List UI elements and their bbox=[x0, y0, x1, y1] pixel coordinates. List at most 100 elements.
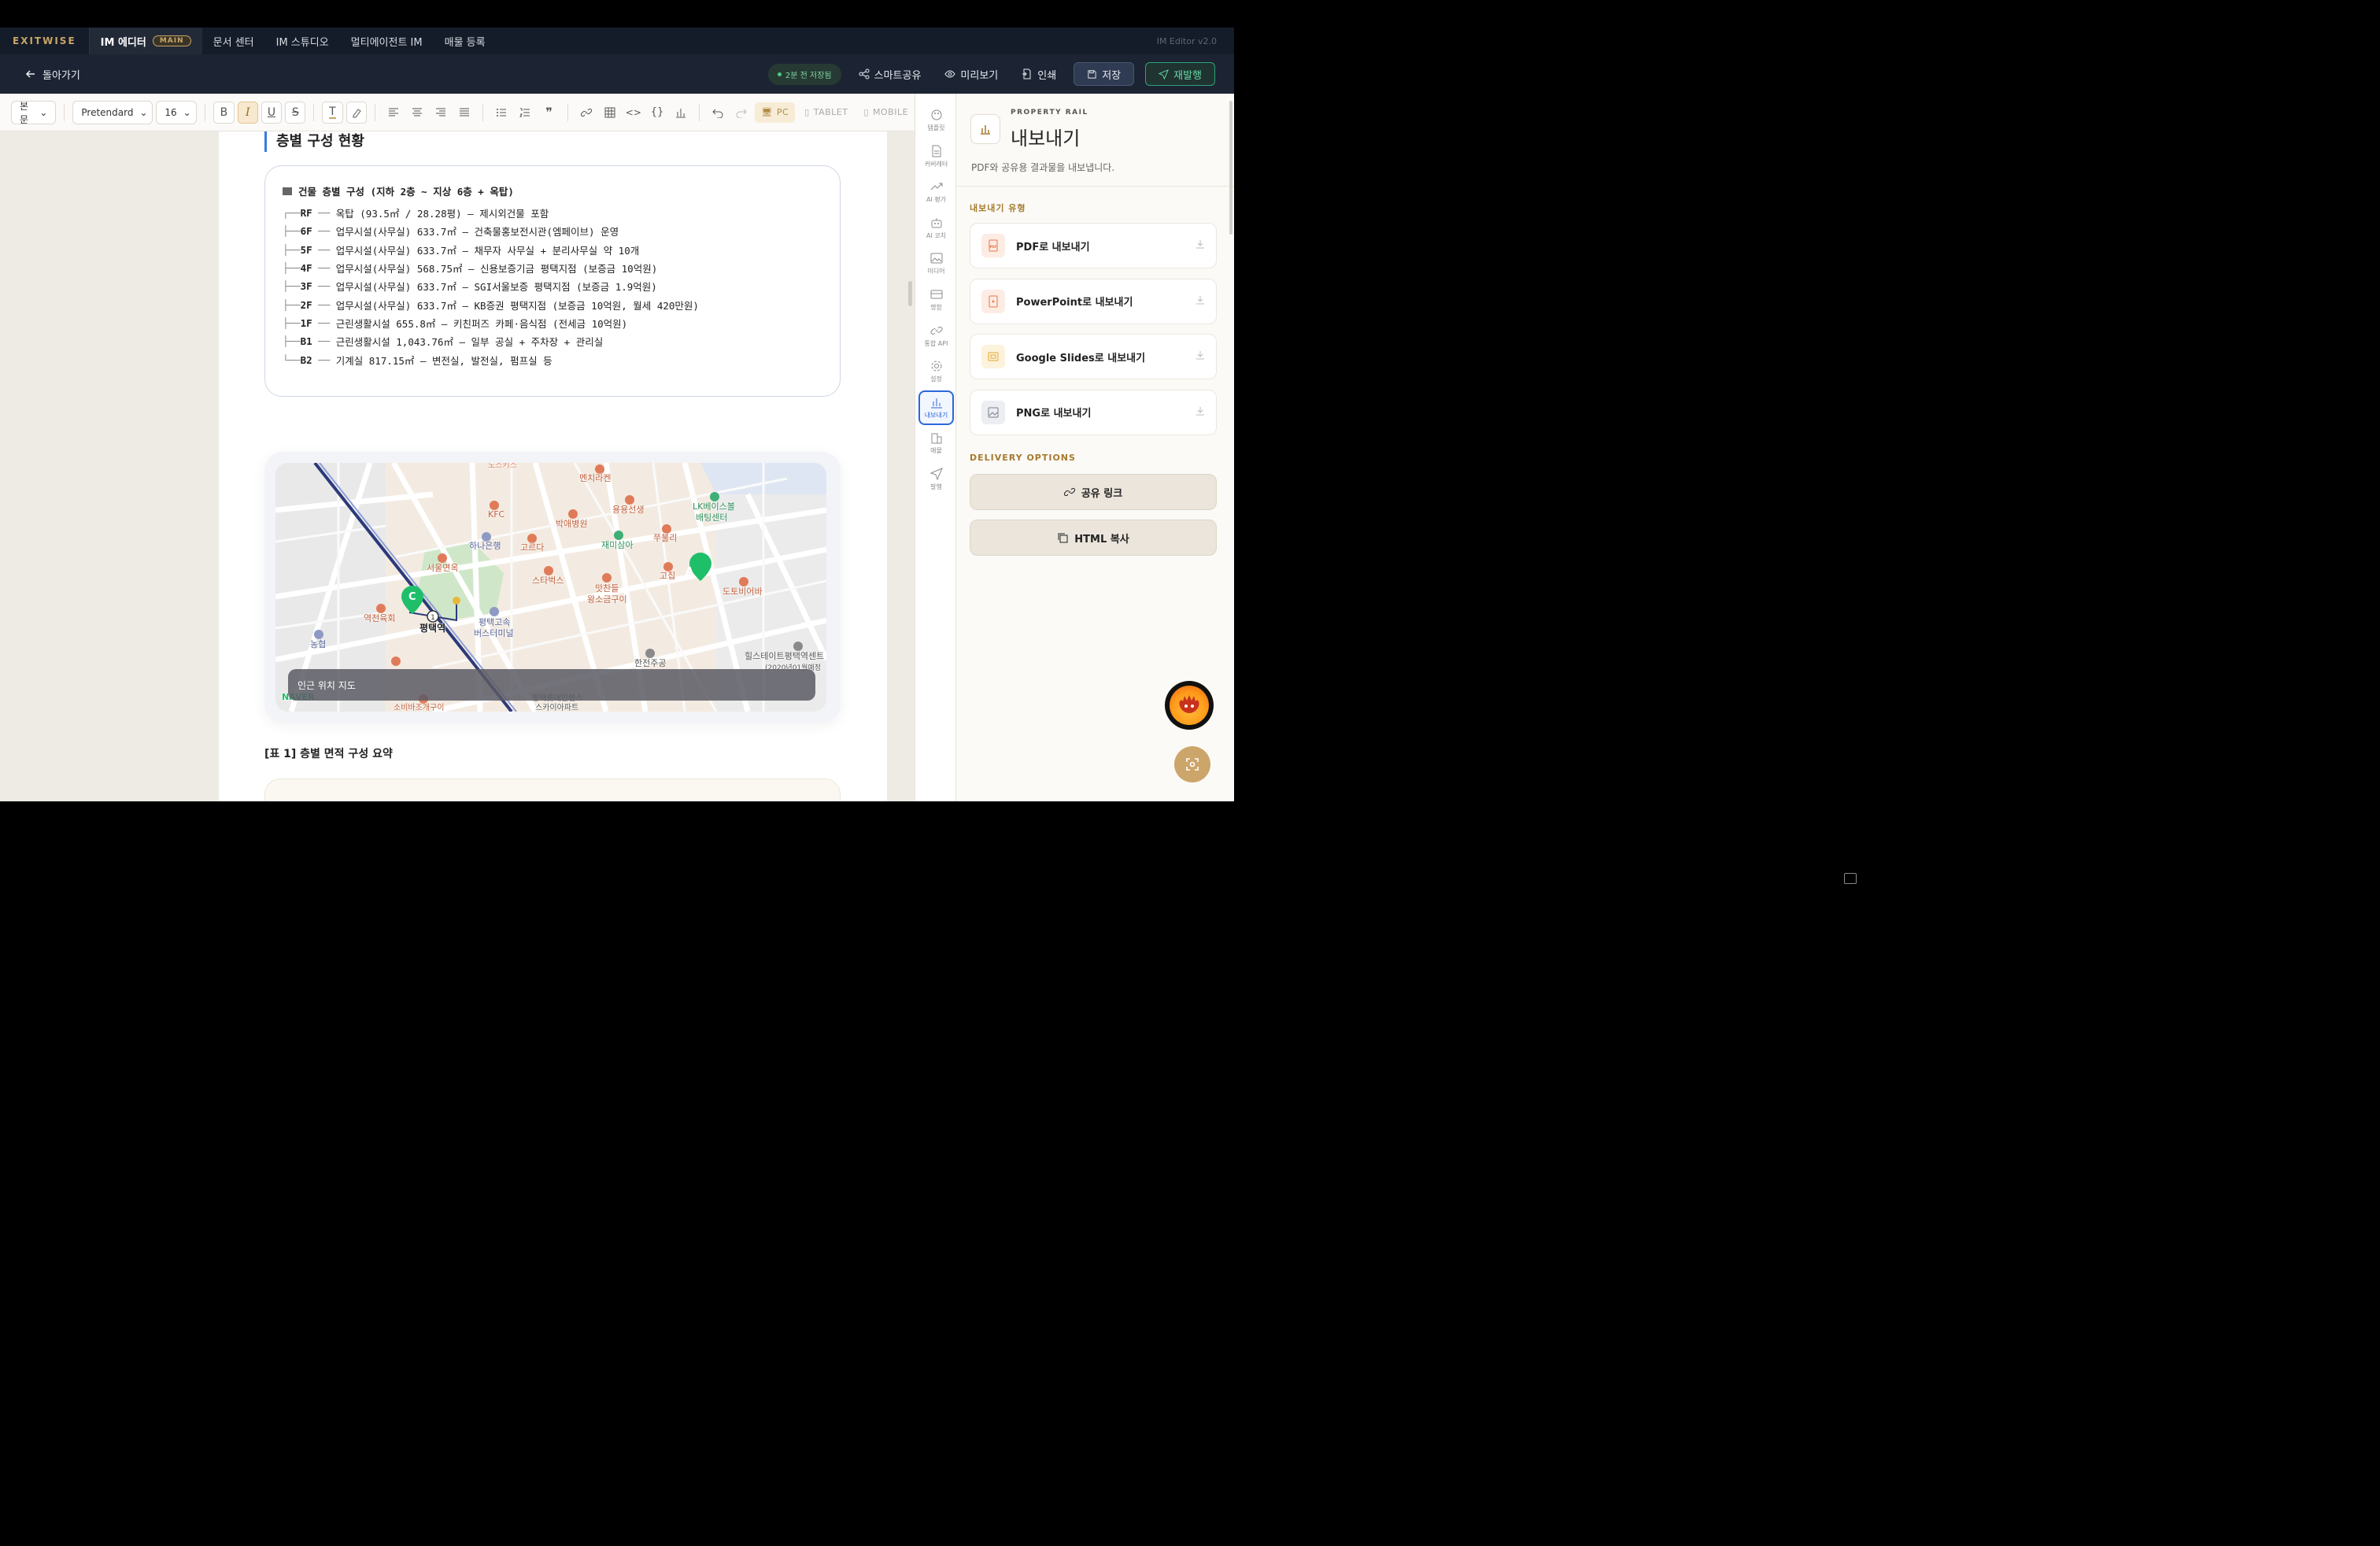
saved-status-text: 2분 전 저장됨 bbox=[785, 71, 832, 80]
align-left-button[interactable] bbox=[383, 102, 404, 124]
assistant-mascot-button[interactable] bbox=[1165, 681, 1214, 730]
rail-item-3[interactable]: AI 코치 bbox=[918, 211, 954, 246]
share-link-button[interactable]: 공유 링크 bbox=[970, 474, 1217, 510]
numbered-list-button[interactable] bbox=[515, 102, 535, 124]
formatting-toolbar: 본문 ⌄ Pretendard ⌄ 16 ⌄ B I U S T ❞ <> {} 🖥 P… bbox=[0, 94, 915, 131]
brand-logo[interactable]: EXITWISE bbox=[0, 28, 90, 54]
smart-share-button[interactable]: 스마트공유 bbox=[852, 62, 928, 86]
rail-item-label: 설정 bbox=[930, 375, 942, 383]
map-marker-c[interactable]: C bbox=[408, 591, 416, 603]
window-top-bar bbox=[0, 0, 1234, 28]
floor-line: ├── 6F ── 업무시설(사무실) 633.7㎡ — 건축물홍보전시관(엠페… bbox=[283, 222, 822, 240]
table-card[interactable] bbox=[264, 779, 841, 801]
strikethrough-button[interactable]: S bbox=[285, 101, 306, 124]
underline-button[interactable]: U bbox=[261, 101, 283, 124]
html-copy-button[interactable]: HTML 복사 bbox=[970, 520, 1217, 556]
export-option-label: Google Slides로 내보내기 bbox=[1016, 352, 1146, 364]
document-page[interactable]: 층별 구성 현황 건물 층별 구성 (지하 2층 ~ 지상 6층 + 옥탑) ┌… bbox=[219, 131, 887, 801]
floor-line: ├── 3F ── 업무시설(사무실) 633.7㎡ — SGI서울보증 평택지… bbox=[283, 277, 822, 295]
link-button[interactable] bbox=[576, 102, 597, 124]
device-pc-label: PC bbox=[776, 107, 789, 117]
html-copy-label: HTML 복사 bbox=[1074, 533, 1129, 546]
tab-im-studio[interactable]: IM 스튜디오 bbox=[265, 28, 340, 54]
collapse-panel-icon[interactable] bbox=[1844, 873, 1857, 884]
device-mobile-button[interactable]: ▯ MOBILE bbox=[857, 102, 915, 123]
save-button[interactable]: 저장 bbox=[1074, 62, 1135, 86]
panel-title: 내보내기 bbox=[1011, 128, 1081, 150]
align-center-button[interactable] bbox=[407, 102, 427, 124]
rail-item-4[interactable]: 미디어 bbox=[918, 246, 954, 281]
quote-button[interactable]: ❞ bbox=[538, 102, 559, 124]
map-label-hanjeon: 한전주공 bbox=[634, 658, 667, 668]
font-family-select[interactable]: Pretendard ⌄ bbox=[72, 100, 153, 124]
export-option-ppt[interactable]: PowerPoint로 내보내기 bbox=[970, 278, 1217, 324]
divider bbox=[567, 103, 568, 121]
export-option-png[interactable]: PNG로 내보내기 bbox=[970, 389, 1217, 435]
rail-item-5[interactable]: 명함 bbox=[918, 283, 954, 317]
map-marker-a[interactable]: A bbox=[686, 566, 693, 578]
quote-icon: ❞ bbox=[545, 105, 552, 120]
tree-branch: ┌── bbox=[283, 207, 301, 220]
tab-im-editor[interactable]: IM 에디터 MAIN bbox=[89, 28, 202, 54]
map-label-hananbank: 하나은행 bbox=[469, 541, 501, 551]
rail-item-6[interactable]: 통합 API bbox=[918, 319, 954, 353]
device-tablet-button[interactable]: ▯ TABLET bbox=[798, 102, 854, 123]
export-option-slides[interactable]: Google Slides로 내보내기 bbox=[970, 334, 1217, 379]
rail-item-8[interactable]: 내보내기 bbox=[918, 390, 954, 425]
font-size-select[interactable]: 16 ⌄ bbox=[156, 100, 198, 124]
bullet-list-button[interactable] bbox=[491, 102, 512, 124]
canvas-resize-handle[interactable] bbox=[908, 281, 912, 306]
paragraph-style-select[interactable]: 본문 ⌄ bbox=[11, 100, 57, 125]
table-button[interactable] bbox=[600, 102, 620, 124]
preview-button[interactable]: 미리보기 bbox=[938, 62, 1004, 86]
rail-item-0[interactable]: 템플릿 bbox=[918, 103, 954, 138]
braces-icon: {} bbox=[650, 106, 664, 118]
align-right-button[interactable] bbox=[431, 102, 451, 124]
bar-chart-icon bbox=[676, 108, 686, 117]
rail-item-7[interactable]: 설정 bbox=[918, 354, 954, 389]
tree-connector: ── bbox=[312, 298, 336, 311]
tab-multi-agent-im[interactable]: 멀티에이전트 IM bbox=[340, 28, 434, 54]
device-pc-button[interactable]: 🖥 PC bbox=[755, 102, 796, 123]
device-mobile-label: MOBILE bbox=[873, 107, 909, 117]
tab-label: IM 에디터 bbox=[100, 36, 146, 49]
align-justify-button[interactable] bbox=[454, 102, 475, 124]
panel-scrollbar[interactable] bbox=[1229, 101, 1232, 235]
republish-button[interactable]: 재발행 bbox=[1145, 62, 1215, 86]
bold-button[interactable]: B bbox=[213, 101, 235, 124]
map-card[interactable]: 1 도스키스 멘치라켄 KFC 용용선생 박애병원 LK베이스볼 배팅센터 하나… bbox=[264, 452, 841, 723]
italic-button[interactable]: I bbox=[237, 101, 258, 124]
code-block-button[interactable]: {} bbox=[647, 102, 667, 124]
rail-item-1[interactable]: 커버레터 bbox=[918, 139, 954, 174]
location-map[interactable]: 1 도스키스 멘치라켄 KFC 용용선생 박애병원 LK베이스볼 배팅센터 하나… bbox=[275, 463, 826, 712]
divider bbox=[313, 103, 315, 121]
pdf-icon: PDF bbox=[981, 234, 1005, 257]
floor-structure-card[interactable]: 건물 층별 구성 (지하 2층 ~ 지상 6층 + 옥탑) ┌── RF ── … bbox=[264, 165, 841, 397]
tree-connector: ── bbox=[312, 225, 336, 238]
export-option-pdf[interactable]: PDF PDF로 내보내기 bbox=[970, 223, 1217, 268]
text-color-button[interactable]: T bbox=[322, 101, 343, 124]
tree-connector: ── bbox=[312, 316, 336, 329]
table-title[interactable]: [표 1] 층별 면적 구성 요약 bbox=[264, 745, 393, 761]
rail-item-9[interactable]: 매물 bbox=[918, 426, 954, 460]
align-justify-icon bbox=[460, 108, 470, 116]
floor-description: 업무시설(사무실) 633.7㎡ — 건축물홍보전시관(엠페이브) 운영 bbox=[335, 226, 619, 239]
print-button[interactable]: 인쇄 bbox=[1015, 62, 1062, 86]
undo-button[interactable] bbox=[708, 102, 728, 124]
chart-button[interactable] bbox=[671, 102, 691, 124]
tab-document-center[interactable]: 문서 센터 bbox=[202, 28, 265, 54]
redo-button[interactable] bbox=[731, 102, 752, 124]
slides-icon bbox=[981, 345, 1005, 368]
rail-item-10[interactable]: 발행 bbox=[918, 462, 954, 497]
highlight-button[interactable] bbox=[346, 101, 367, 124]
table-icon bbox=[604, 107, 615, 117]
back-button[interactable]: 돌아가기 bbox=[25, 67, 80, 82]
floor-code: 6F bbox=[300, 225, 312, 238]
editor-canvas[interactable]: 층별 구성 현황 건물 층별 구성 (지하 2층 ~ 지상 6층 + 옥탑) ┌… bbox=[0, 131, 915, 801]
section-heading[interactable]: 층별 구성 현황 bbox=[264, 131, 364, 152]
code-button[interactable]: <> bbox=[623, 102, 644, 124]
tab-property-register[interactable]: 매물 등록 bbox=[434, 28, 497, 54]
screen-capture-button[interactable] bbox=[1174, 746, 1210, 782]
rail-item-2[interactable]: AI 평가 bbox=[918, 175, 954, 209]
monitor-icon: 🖥 bbox=[761, 107, 773, 117]
